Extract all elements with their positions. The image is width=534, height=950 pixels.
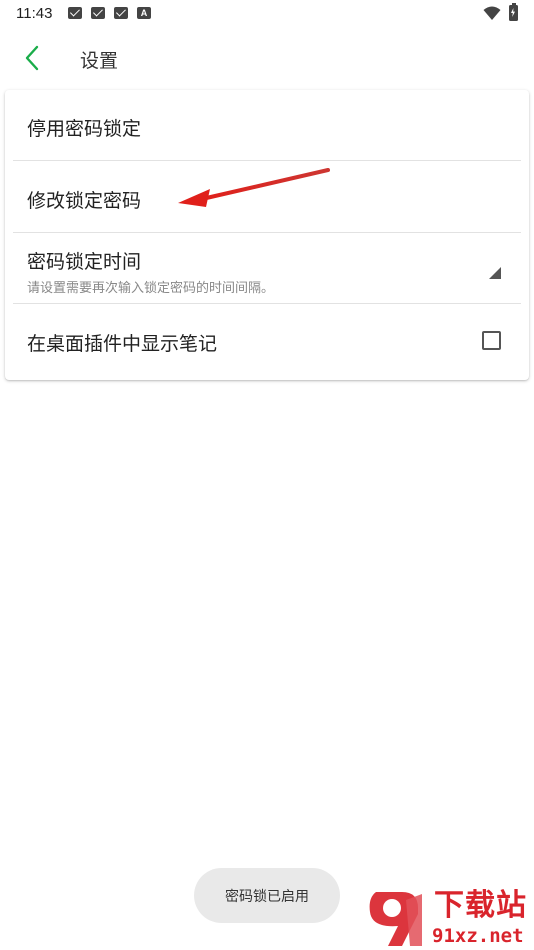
a-badge-icon: A [137,7,151,19]
toast-text: 密码锁已启用 [225,888,309,905]
mail-icon [68,7,82,19]
mail-icon [91,7,105,19]
toast-message: 密码锁已启用 [194,868,340,923]
red-arrow-icon [178,168,330,207]
wifi-icon [483,6,501,20]
status-bar: 11:43 A [0,0,534,28]
page-title: 设置 [80,50,119,72]
watermark-domain: 91xz.net [432,925,524,947]
app-bar: 设置 [0,28,534,88]
watermark: 下载站 91xz.net [362,888,534,950]
chevron-left-icon [25,45,39,71]
show-note-checkbox[interactable] [482,331,501,350]
mail-icon [114,7,128,19]
setting-label: 在桌面插件中显示笔记 [27,333,218,355]
settings-card: 停用密码锁定 修改锁定密码 密码锁定时间 请设置需要再次输入锁定密码的时间间隔。… [5,90,529,380]
status-time: 11:43 [16,5,53,22]
notification-icons: A [68,7,151,19]
setting-summary: 请设置需要再次输入锁定密码的时间间隔。 [27,281,275,296]
setting-show-note-in-widget[interactable]: 在桌面插件中显示笔记 [13,305,521,377]
setting-label: 停用密码锁定 [27,118,142,140]
setting-label: 修改锁定密码 [27,190,142,212]
watermark-title: 下载站 [434,888,527,923]
setting-lock-timeout[interactable]: 密码锁定时间 请设置需要再次输入锁定密码的时间间隔。 [13,234,521,304]
setting-disable-password-lock[interactable]: 停用密码锁定 [13,90,521,161]
setting-label: 密码锁定时间 [27,251,142,273]
back-button[interactable] [14,40,50,76]
dropdown-icon[interactable] [489,267,501,279]
watermark-logo-icon [369,892,422,946]
battery-charging-icon [509,3,518,21]
